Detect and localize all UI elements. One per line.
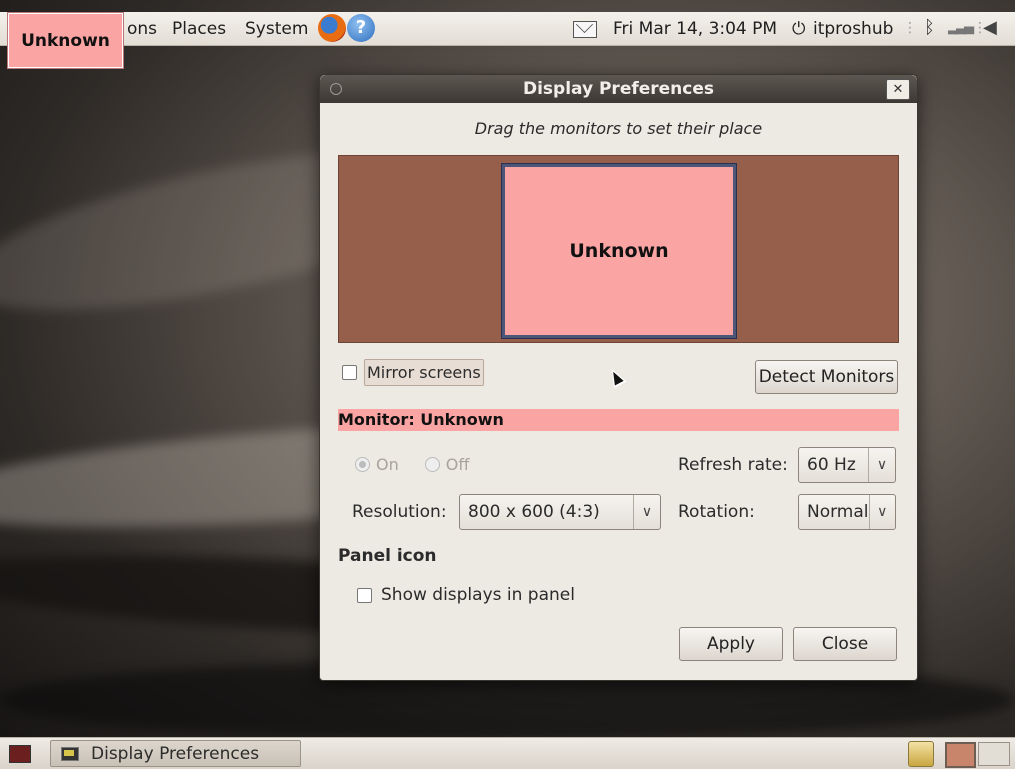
dialog-titlebar[interactable]: Display Preferences ✕ [320,75,917,103]
applications-menu[interactable]: ons [127,12,157,45]
system-menu[interactable]: System [245,12,308,45]
panel-separator: ⋮ [903,20,917,36]
close-icon[interactable]: ✕ [886,79,910,100]
taskbar-item-display-preferences[interactable]: Display Preferences [50,740,301,767]
on-label: On [376,455,399,474]
mail-icon[interactable] [573,21,597,38]
chevron-down-icon[interactable]: ∨ [868,495,895,529]
rotation-value: Normal [807,502,869,522]
resolution-select[interactable]: 800 x 600 (4:3) ∨ [459,494,661,530]
bottom-panel: Display Preferences [0,737,1015,769]
off-label: Off [445,455,470,474]
on-off-radio-group: On Off [355,455,469,474]
clock[interactable]: Fri Mar 14, 3:04 PM [613,12,777,45]
drag-hint: Drag the monitors to set their place [474,119,763,138]
volume-icon[interactable]: ◀ [983,17,997,38]
detect-monitors-button[interactable]: Detect Monitors [755,360,898,394]
user-menu[interactable]: itproshub [813,12,893,45]
off-radio [424,457,440,472]
show-displays-label[interactable]: Show displays in panel [381,585,575,605]
close-button[interactable]: Close [793,627,897,661]
rotation-select[interactable]: Normal ∨ [798,494,896,530]
monitor-header: Monitor: Unknown [338,409,899,431]
monitor-box[interactable]: Unknown [502,164,736,338]
monitor-arrangement-area[interactable]: Unknown [338,155,899,343]
firefox-icon[interactable] [318,14,346,42]
workspace-switcher-2[interactable] [978,742,1010,766]
network-icon[interactable]: ▂▃▄ [948,20,974,35]
mirror-screens-checkbox[interactable] [342,365,357,380]
dialog-title: Display Preferences [522,79,715,99]
bluetooth-icon[interactable]: ᛒ [924,17,935,38]
chevron-down-icon[interactable]: ∨ [868,448,895,482]
refresh-rate-value: 60 Hz [807,455,856,475]
workspace-switcher-1[interactable] [945,742,976,768]
show-displays-checkbox[interactable] [357,587,372,603]
show-displays-row[interactable]: Show displays in panel [357,585,575,605]
trash-icon[interactable] [908,741,934,767]
places-menu[interactable]: Places [172,12,226,45]
mirror-screens-label[interactable]: Mirror screens [364,359,484,386]
panel-icon-heading: Panel icon [338,546,437,566]
taskbar-item-label: Display Preferences [91,743,260,764]
display-preferences-icon [61,746,79,761]
window-menu-icon[interactable] [330,83,342,95]
resolution-value: 800 x 600 (4:3) [468,502,600,522]
chevron-down-icon[interactable]: ∨ [633,495,660,529]
refresh-rate-select[interactable]: 60 Hz ∨ [798,447,896,483]
refresh-rate-label: Refresh rate: [678,455,788,475]
mirror-screens-row[interactable]: Mirror screens [342,359,484,386]
show-desktop-icon[interactable] [9,745,31,763]
apply-button[interactable]: Apply [679,627,783,661]
help-icon[interactable]: ? [347,14,375,42]
resolution-label: Resolution: [352,502,447,522]
power-icon[interactable]: ⏻ [792,19,805,39]
top-panel: ons Places System ? Fri Mar 14, 3:04 PM … [0,12,1015,46]
monitor-identify-badge: Unknown [7,12,124,69]
on-radio [355,457,370,472]
rotation-label: Rotation: [678,502,755,522]
